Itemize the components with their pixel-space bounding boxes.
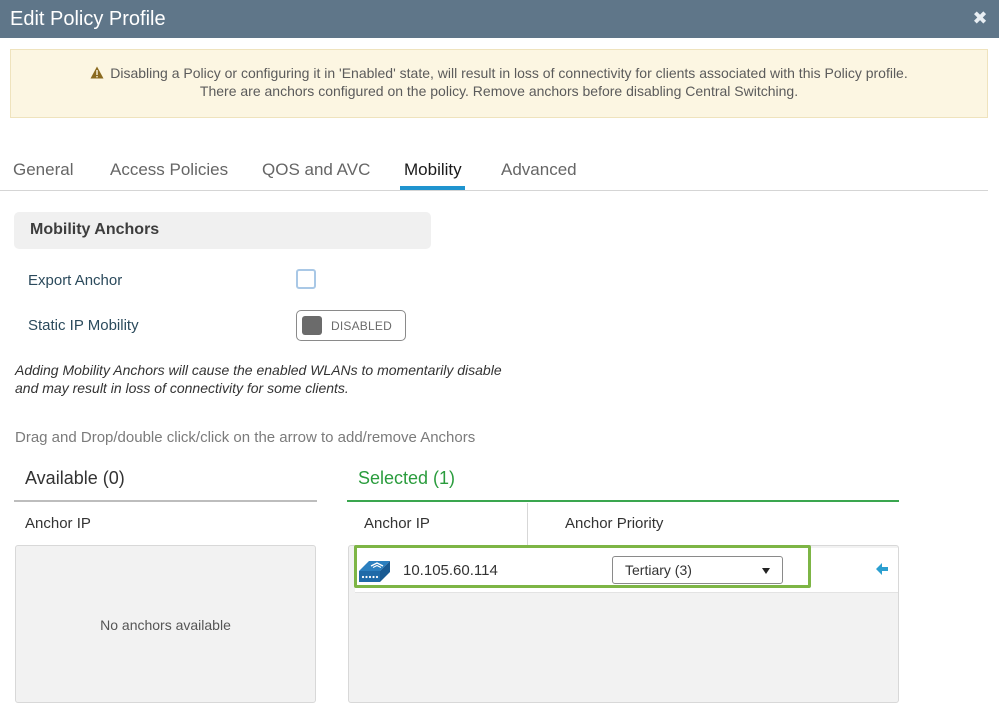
section-title: Mobility Anchors [30, 221, 160, 238]
static-ip-mobility-toggle[interactable]: DISABLED [296, 310, 406, 341]
anchor-ip-value: 10.105.60.114 [403, 562, 498, 579]
warning-icon [90, 66, 104, 79]
tab-general[interactable]: General [13, 160, 73, 180]
tab-qos-and-avc[interactable]: QOS and AVC [262, 160, 370, 180]
active-tab-indicator [400, 186, 465, 190]
toggle-knob [302, 316, 322, 335]
export-anchor-label: Export Anchor [28, 272, 123, 289]
alert-line-1: Disabling a Policy or configuring it in … [11, 65, 987, 81]
selected-anchors-title: Selected (1) [358, 468, 456, 488]
column-separator [527, 503, 528, 545]
static-ip-mobility-label: Static IP Mobility [28, 317, 139, 334]
dialog-title: Edit Policy Profile [10, 8, 166, 30]
chevron-down-icon [762, 568, 770, 574]
available-divider [14, 500, 317, 502]
available-column-anchor-ip: Anchor IP [25, 515, 91, 532]
selected-column-anchor-priority: Anchor Priority [565, 515, 664, 532]
selected-divider [347, 500, 899, 502]
empty-state-text: No anchors available [100, 617, 231, 633]
warning-alert: Disabling a Policy or configuring it in … [10, 49, 988, 118]
tab-bar: General Access Policies QOS and AVC Mobi… [0, 150, 988, 191]
arrow-left-icon[interactable] [874, 561, 890, 577]
export-anchor-checkbox[interactable] [296, 269, 316, 289]
section-header-mobility-anchors: Mobility Anchors [14, 212, 431, 249]
selected-column-anchor-ip: Anchor IP [364, 515, 430, 532]
close-icon[interactable]: ✖ [971, 9, 989, 27]
alert-text-1: Disabling a Policy or configuring it in … [110, 65, 908, 81]
dialog-titlebar: Edit Policy Profile ✖ [0, 0, 999, 38]
wireless-controller-icon [359, 561, 390, 582]
available-anchors-list[interactable]: No anchors available [15, 545, 316, 703]
anchor-priority-value: Tertiary (3) [625, 562, 692, 578]
toggle-state-text: DISABLED [331, 319, 392, 333]
tab-advanced[interactable]: Advanced [501, 160, 577, 180]
alert-text-2: There are anchors configured on the poli… [199, 83, 799, 99]
drag-drop-hint: Drag and Drop/double click/click on the … [15, 429, 476, 446]
anchor-priority-select[interactable]: Tertiary (3) [612, 556, 783, 584]
available-anchors-title: Available (0) [25, 468, 125, 488]
tab-mobility[interactable]: Mobility [404, 160, 462, 180]
note-line-1: Adding Mobility Anchors will cause the e… [15, 362, 502, 378]
note-line-2: and may result in loss of connectivity f… [15, 380, 349, 396]
tab-access-policies[interactable]: Access Policies [110, 160, 228, 180]
